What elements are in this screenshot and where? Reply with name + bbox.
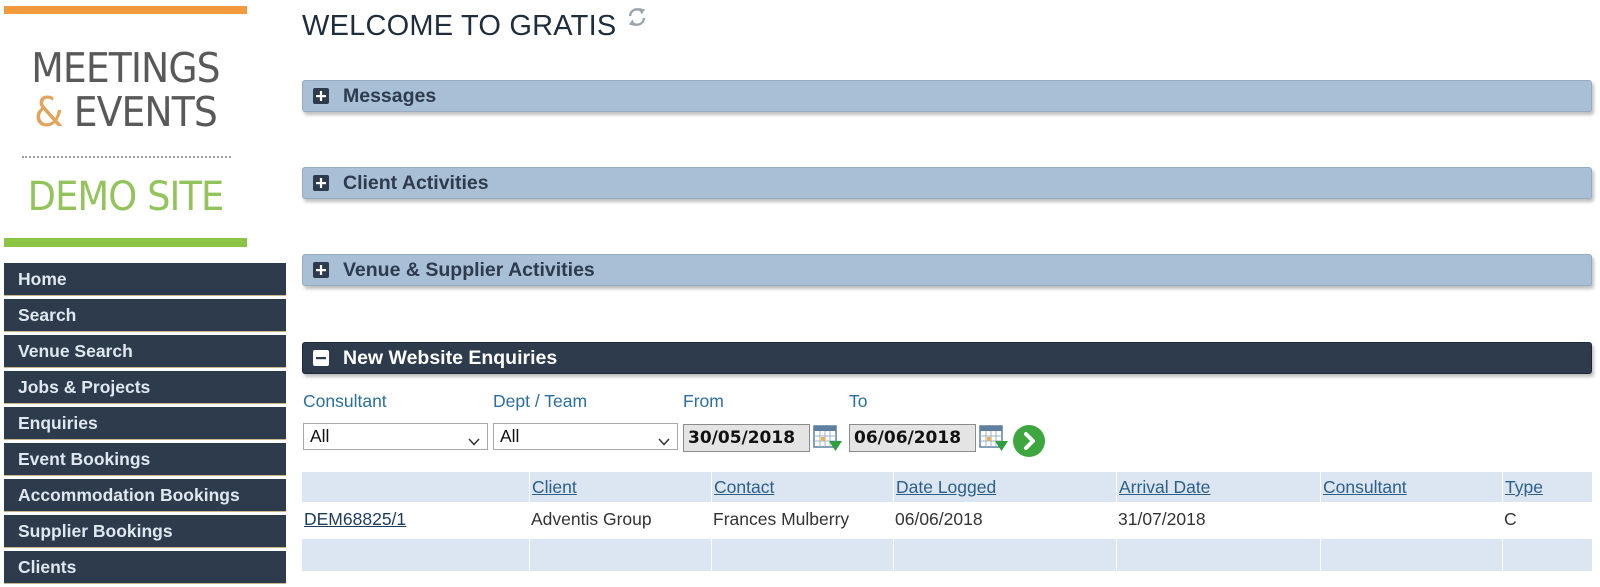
consultant-label: Consultant bbox=[303, 391, 387, 411]
sidebar-item-supplier-bookings[interactable]: Supplier Bookings bbox=[4, 515, 286, 548]
sidebar-item-search[interactable]: Search bbox=[4, 299, 286, 332]
go-arrow-button[interactable] bbox=[1013, 425, 1045, 457]
logo-divider bbox=[22, 156, 231, 158]
logo-line-meetings: MEETINGS bbox=[31, 44, 220, 92]
panel-venue-supplier-activities[interactable]: Venue & Supplier Activities bbox=[302, 254, 1592, 286]
sidebar-item-clients[interactable]: Clients bbox=[4, 551, 286, 584]
cell-type: C bbox=[1504, 509, 1517, 529]
panel-client-activities[interactable]: Client Activities bbox=[302, 167, 1592, 199]
header-contact[interactable]: Contact bbox=[711, 472, 893, 502]
to-date-input[interactable]: 06/06/2018 bbox=[849, 424, 976, 452]
from-date-input[interactable]: 30/05/2018 bbox=[683, 424, 810, 452]
to-label: To bbox=[849, 391, 868, 411]
enquiry-ref-link[interactable]: DEM68825/1 bbox=[304, 509, 406, 529]
logo-events-text: EVENTS bbox=[73, 88, 218, 136]
logo-ampersand: & bbox=[34, 88, 63, 136]
logo-orange-bar bbox=[4, 6, 247, 14]
sidebar-item-home[interactable]: Home bbox=[4, 263, 286, 296]
chevron-down-icon bbox=[657, 430, 671, 455]
dept-team-select-value: All bbox=[500, 426, 520, 446]
logo-demo-site: DEMO SITE bbox=[27, 174, 225, 220]
from-label: From bbox=[683, 391, 724, 411]
dept-team-label: Dept / Team bbox=[493, 391, 588, 411]
cell-date-logged: 06/06/2018 bbox=[895, 509, 983, 529]
footer-cell bbox=[302, 539, 529, 571]
header-ref bbox=[302, 472, 529, 502]
sort-contact-link[interactable]: Contact bbox=[714, 477, 774, 497]
panel-title: New Website Enquiries bbox=[343, 347, 558, 369]
cell-ref[interactable]: DEM68825/1 bbox=[302, 503, 529, 536]
expand-plus-icon[interactable] bbox=[313, 88, 329, 104]
consultant-select-value: All bbox=[310, 426, 330, 446]
calendar-icon[interactable] bbox=[979, 425, 1009, 453]
header-type[interactable]: Type bbox=[1502, 472, 1592, 502]
sort-date-logged-link[interactable]: Date Logged bbox=[896, 477, 996, 497]
cell-arrival-date: 31/07/2018 bbox=[1118, 509, 1206, 529]
chevron-down-icon bbox=[467, 430, 481, 455]
sort-arrival-date-link[interactable]: Arrival Date bbox=[1119, 477, 1210, 497]
expand-plus-icon[interactable] bbox=[313, 262, 329, 278]
header-arrival-date[interactable]: Arrival Date bbox=[1116, 472, 1320, 502]
sidebar-item-venue-search[interactable]: Venue Search bbox=[4, 335, 286, 368]
page-title: WELCOME TO GRATIS bbox=[302, 10, 617, 42]
panel-messages[interactable]: Messages bbox=[302, 80, 1592, 112]
footer-cell bbox=[1116, 539, 1320, 571]
sort-consultant-link[interactable]: Consultant bbox=[1323, 477, 1407, 497]
sidebar-item-enquiries[interactable]: Enquiries bbox=[4, 407, 286, 440]
cell-contact: Frances Mulberry bbox=[713, 509, 850, 529]
logo-green-bar bbox=[4, 238, 247, 247]
sort-client-link[interactable]: Client bbox=[532, 477, 577, 497]
expand-plus-icon[interactable] bbox=[313, 175, 329, 191]
footer-cell bbox=[1320, 539, 1502, 571]
table-header-row: Client Contact Date Logged Arrival Date … bbox=[302, 472, 1592, 502]
header-consultant[interactable]: Consultant bbox=[1320, 472, 1502, 502]
panel-title: Venue & Supplier Activities bbox=[343, 259, 595, 281]
sidebar-item-jobs-projects[interactable]: Jobs & Projects bbox=[4, 371, 286, 404]
panel-new-website-enquiries[interactable]: New Website Enquiries bbox=[302, 342, 1592, 374]
calendar-icon[interactable] bbox=[813, 425, 843, 453]
header-client[interactable]: Client bbox=[529, 472, 711, 502]
dept-team-select[interactable]: All bbox=[493, 423, 678, 450]
table-footer-row bbox=[302, 539, 1592, 571]
site-logo: MEETINGS & EVENTS DEMO SITE bbox=[4, 6, 247, 247]
consultant-select[interactable]: All bbox=[303, 423, 488, 450]
sidebar-item-accommodation-bookings[interactable]: Accommodation Bookings bbox=[4, 479, 286, 512]
logo-line-events: & EVENTS bbox=[14, 88, 238, 136]
panel-title: Messages bbox=[343, 85, 437, 107]
sidebar-item-event-bookings[interactable]: Event Bookings bbox=[4, 443, 286, 476]
footer-cell bbox=[893, 539, 1116, 571]
footer-cell bbox=[1502, 539, 1592, 571]
sidebar-nav: Home Search Venue Search Jobs & Projects… bbox=[4, 263, 286, 587]
table-row[interactable]: DEM68825/1 Adventis Group Frances Mulber… bbox=[302, 503, 1592, 536]
collapse-minus-icon[interactable] bbox=[313, 350, 329, 366]
panel-title: Client Activities bbox=[343, 172, 489, 194]
enquiries-table: Client Contact Date Logged Arrival Date … bbox=[302, 472, 1592, 571]
header-date-logged[interactable]: Date Logged bbox=[893, 472, 1116, 502]
cell-client: Adventis Group bbox=[531, 509, 652, 529]
sort-type-link[interactable]: Type bbox=[1505, 477, 1543, 497]
refresh-icon[interactable] bbox=[626, 6, 648, 28]
cell-consultant bbox=[1320, 503, 1502, 536]
footer-cell bbox=[711, 539, 893, 571]
footer-cell bbox=[529, 539, 711, 571]
